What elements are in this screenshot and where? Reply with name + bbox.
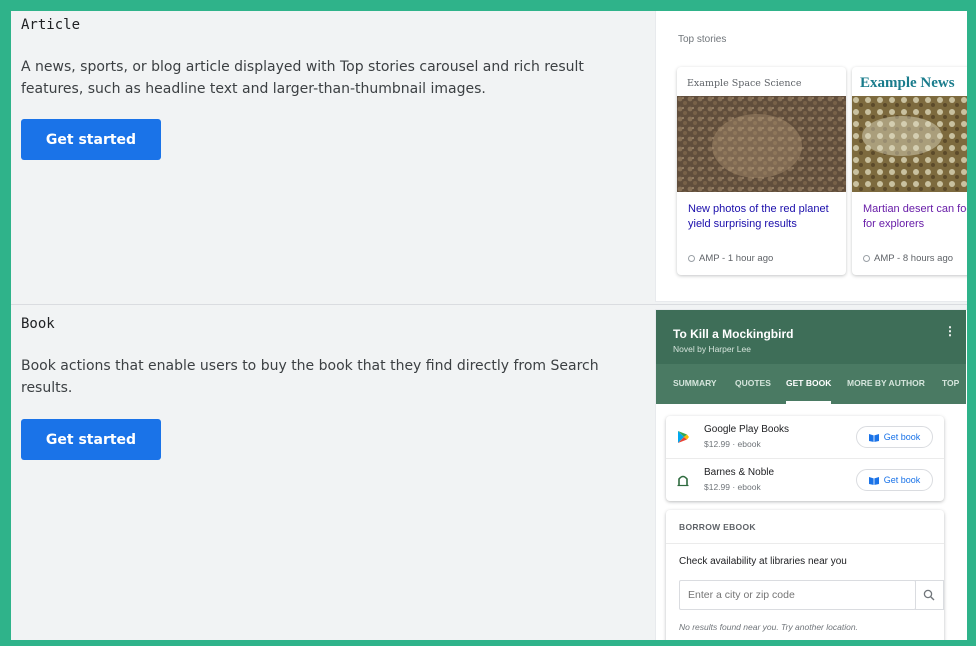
book-description: Book actions that enable users to buy th… bbox=[21, 358, 599, 396]
retailer-row[interactable]: Google Play Books $12.99 · ebook Get boo… bbox=[666, 416, 944, 458]
borrow-check-text: Check availability at libraries near you bbox=[679, 556, 847, 567]
retailer-name: Barnes & Noble bbox=[704, 467, 775, 478]
retailer-price: $12.99 · ebook bbox=[704, 482, 761, 492]
get-book-button[interactable]: Get book bbox=[856, 469, 933, 491]
retailer-name: Google Play Books bbox=[704, 424, 790, 435]
google-play-icon bbox=[678, 431, 689, 443]
book-preview: To Kill a Mockingbird Novel by Harper Le… bbox=[656, 310, 967, 640]
story-image bbox=[852, 96, 967, 192]
more-options-icon[interactable]: ⋮ bbox=[944, 324, 956, 338]
book-get-started-button[interactable]: Get started bbox=[21, 419, 161, 460]
story-meta: AMP - 8 hours ago bbox=[863, 253, 953, 264]
book-preview-subtitle: Novel by Harper Lee bbox=[673, 344, 751, 354]
book-section: Book Book actions that enable users to b… bbox=[11, 306, 967, 640]
top-stories-preview: Top stories Example Space Science New ph… bbox=[656, 11, 967, 301]
get-book-button[interactable]: Get book bbox=[856, 426, 933, 448]
article-title: Article bbox=[21, 17, 81, 33]
story-publisher: Example News bbox=[860, 75, 955, 91]
story-publisher: Example Space Science bbox=[687, 78, 802, 89]
tab-get-book[interactable]: GET BOOK bbox=[786, 364, 832, 404]
tab-quotes[interactable]: QUOTES bbox=[735, 364, 771, 404]
retailer-price: $12.99 · ebook bbox=[704, 439, 761, 449]
story-headline[interactable]: New photos of the red planet yield surpr… bbox=[688, 202, 838, 232]
story-image bbox=[677, 96, 846, 192]
divider bbox=[666, 543, 944, 544]
amp-icon bbox=[863, 255, 870, 262]
tab-top[interactable]: TOP bbox=[942, 364, 959, 404]
book-preview-title: To Kill a Mockingbird bbox=[673, 327, 794, 341]
retailer-list: Google Play Books $12.99 · ebook Get boo… bbox=[666, 416, 944, 501]
tab-more-by-author[interactable]: MORE BY AUTHOR bbox=[847, 364, 925, 404]
book-icon bbox=[868, 433, 879, 442]
location-input[interactable] bbox=[679, 580, 916, 610]
retailer-row[interactable]: Barnes & Noble $12.99 · ebook Get book bbox=[666, 458, 944, 500]
article-description: A news, sports, or blog article displaye… bbox=[21, 59, 584, 97]
tab-summary[interactable]: SUMMARY bbox=[673, 364, 717, 404]
borrow-title: BORROW EBOOK bbox=[679, 522, 756, 532]
page-frame: Article A news, sports, or blog article … bbox=[11, 11, 967, 640]
article-get-started-button[interactable]: Get started bbox=[21, 119, 161, 160]
book-tabs: SUMMARY QUOTES GET BOOK MORE BY AUTHOR T… bbox=[656, 364, 966, 404]
borrow-ebook-panel: BORROW EBOOK Check availability at libra… bbox=[666, 510, 944, 640]
book-icon bbox=[868, 476, 879, 485]
top-stories-label: Top stories bbox=[678, 34, 727, 45]
story-card[interactable]: Example Space Science New photos of the … bbox=[677, 67, 846, 275]
amp-icon bbox=[688, 255, 695, 262]
book-header: To Kill a Mockingbird Novel by Harper Le… bbox=[656, 310, 966, 404]
story-card[interactable]: Example News Martian desert can food for… bbox=[852, 67, 967, 275]
borrow-note: No results found near you. Try another l… bbox=[679, 622, 858, 632]
story-headline[interactable]: Martian desert can food for explorers bbox=[863, 202, 967, 232]
search-icon bbox=[923, 589, 935, 601]
search-button[interactable] bbox=[915, 580, 944, 610]
barnes-noble-icon bbox=[677, 475, 689, 487]
story-meta: AMP - 1 hour ago bbox=[688, 253, 773, 264]
book-title: Book bbox=[21, 316, 55, 332]
article-section: Article A news, sports, or blog article … bbox=[11, 11, 967, 305]
